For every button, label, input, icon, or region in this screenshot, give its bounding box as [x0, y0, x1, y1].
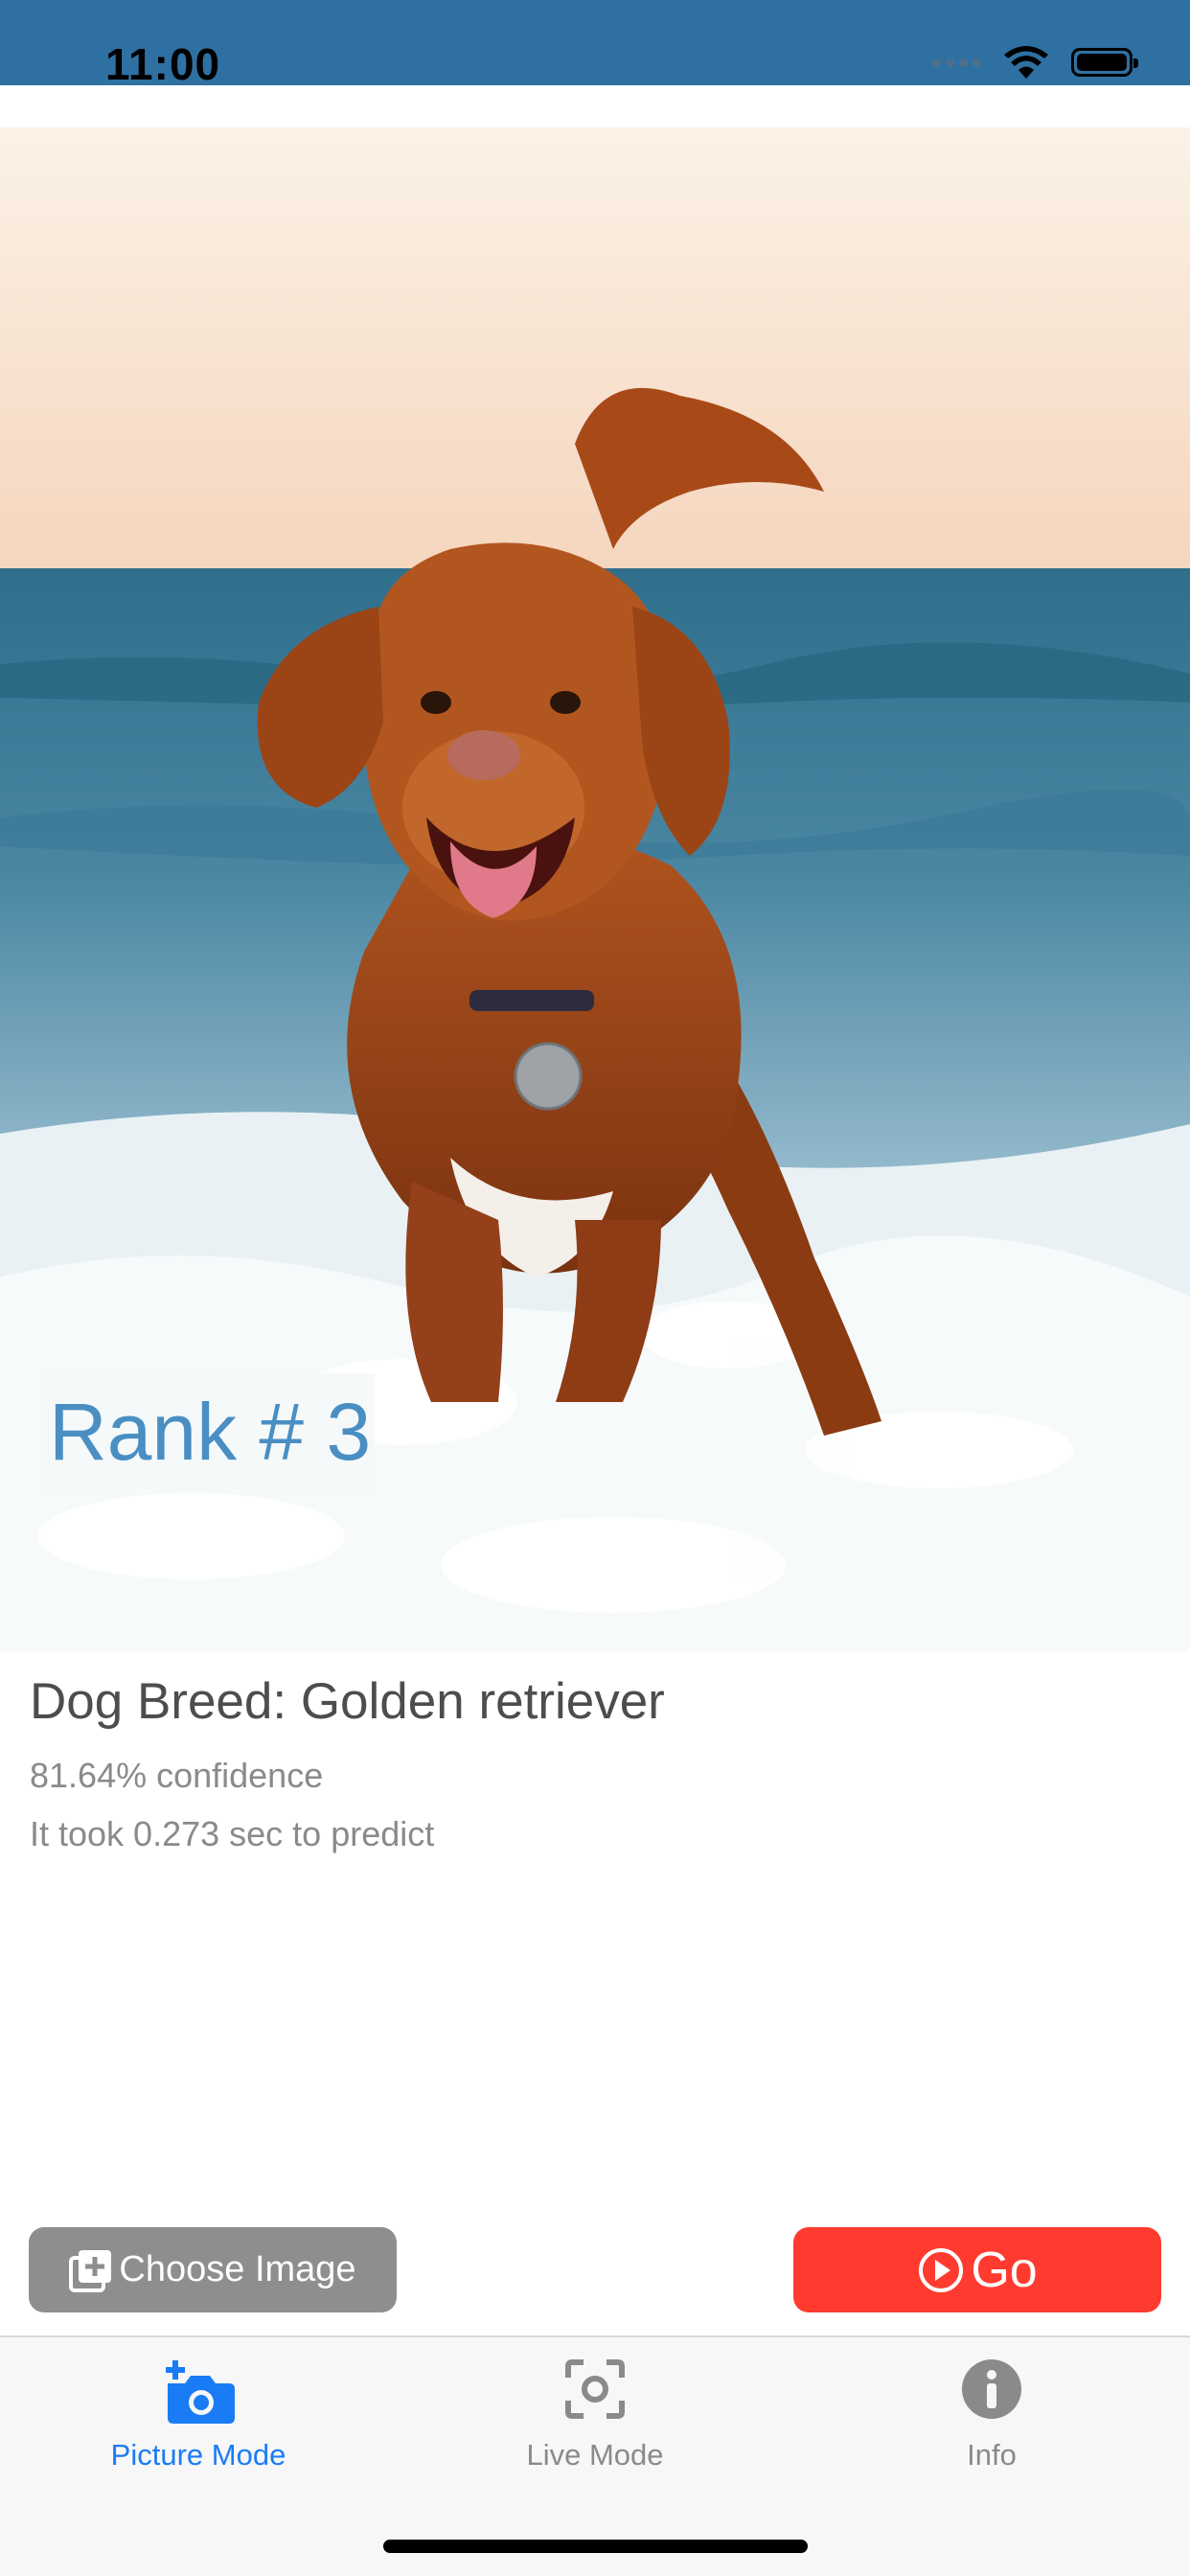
- go-button[interactable]: Go: [793, 2227, 1161, 2312]
- choose-image-label: Choose Image: [119, 2249, 356, 2289]
- home-indicator[interactable]: [383, 2540, 808, 2553]
- tab-info-label: Info: [967, 2438, 1017, 2472]
- status-icons: [932, 44, 1138, 80]
- tab-live-mode[interactable]: Live Mode: [397, 2337, 793, 2500]
- status-bar: 11:00: [0, 0, 1190, 89]
- tab-info[interactable]: Info: [793, 2337, 1190, 2500]
- prediction-time-text: It took 0.273 sec to predict: [30, 1814, 435, 1853]
- battery-icon: [1071, 48, 1138, 77]
- camera-add-icon: [166, 2360, 235, 2424]
- status-time: 11:00: [105, 39, 221, 89]
- confidence-text: 81.64% confidence: [30, 1756, 324, 1795]
- rank-label: Rank # 3: [45, 1373, 376, 1490]
- play-circle-icon: [919, 2247, 964, 2292]
- tab-picture-mode-label: Picture Mode: [110, 2438, 286, 2472]
- go-label: Go: [971, 2242, 1038, 2298]
- dog-photo: Rank # 3: [0, 127, 1190, 1651]
- info-icon: [962, 2359, 1021, 2419]
- add-photo-icon: [69, 2249, 112, 2292]
- tab-live-mode-label: Live Mode: [526, 2438, 664, 2472]
- choose-image-button[interactable]: Choose Image: [29, 2227, 397, 2312]
- breed-result: Dog Breed: Golden retriever: [30, 1673, 665, 1730]
- wifi-icon: [1004, 46, 1048, 79]
- signal-icon: [932, 58, 981, 67]
- viewfinder-icon: [565, 2359, 625, 2419]
- tab-picture-mode[interactable]: Picture Mode: [0, 2337, 397, 2500]
